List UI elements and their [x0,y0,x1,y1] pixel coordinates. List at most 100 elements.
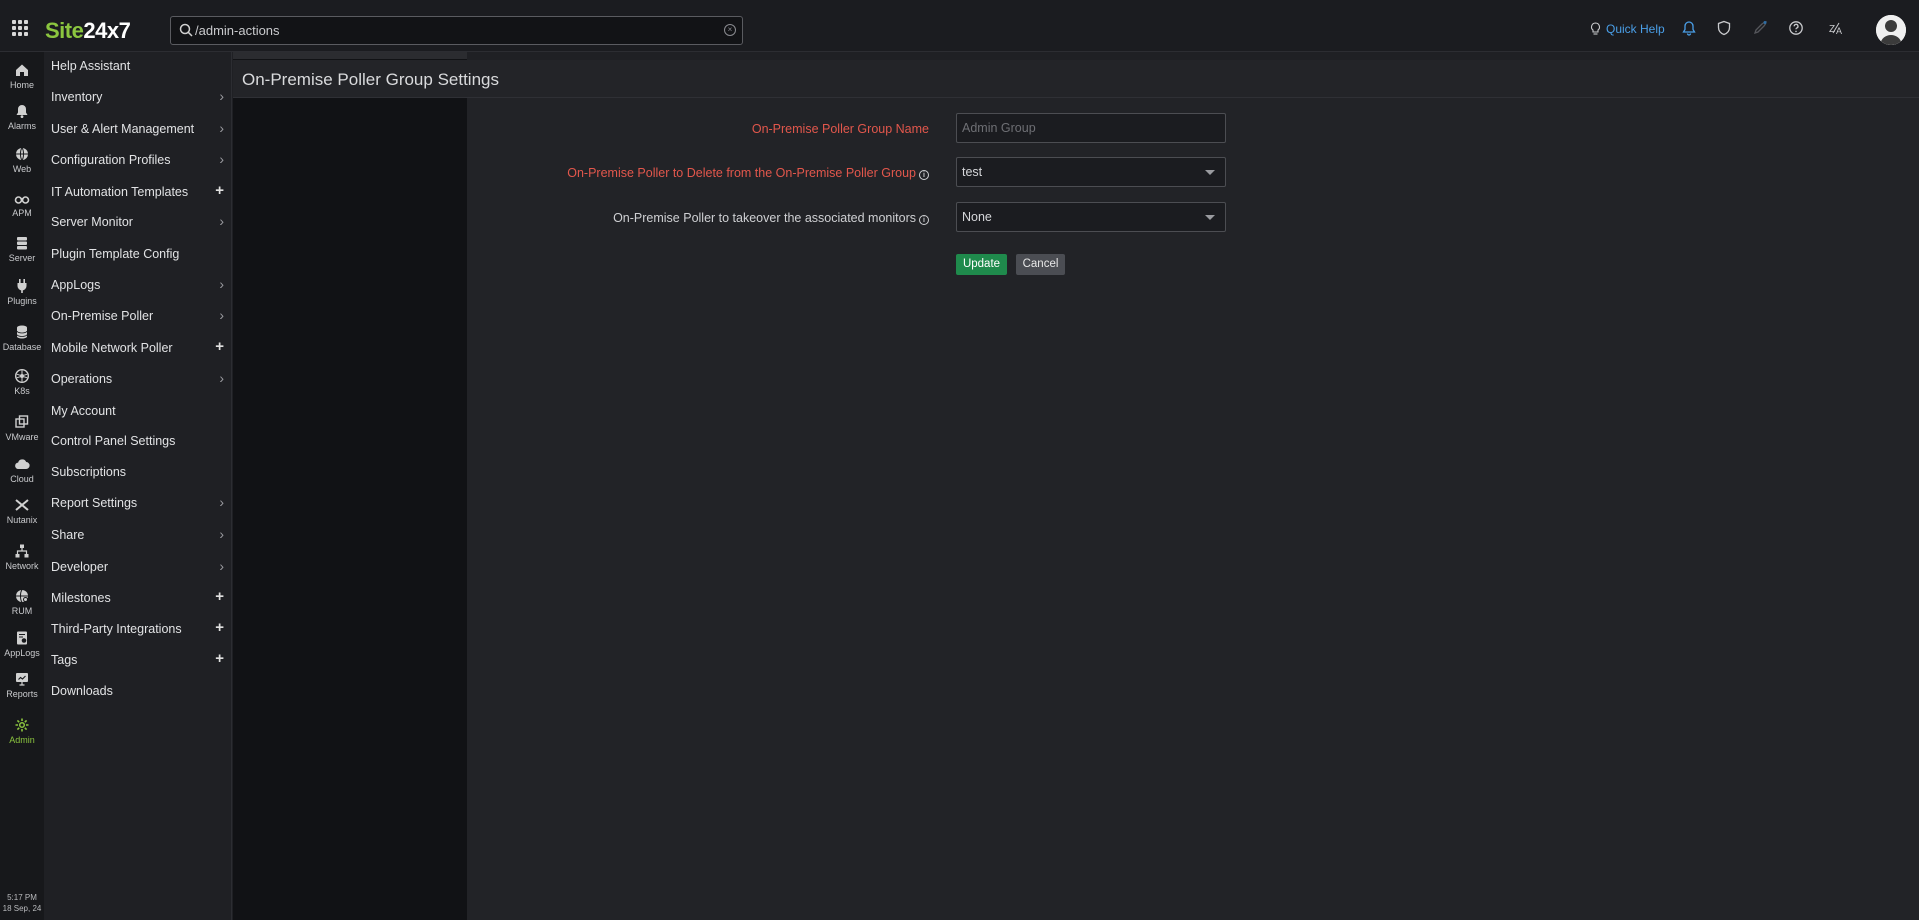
group-name-label: On-Premise Poller Group Name [751,122,929,136]
menu-item-share[interactable]: Share › [44,521,232,549]
plus-icon[interactable]: + [215,338,224,355]
menu-item-on-premise-poller[interactable]: On-Premise Poller › [44,302,232,330]
avatar[interactable] [1876,15,1906,45]
menu-item-label: Subscriptions [51,465,127,479]
chevron-right-icon: › [219,151,224,167]
translate-icon[interactable]: ZA [1829,20,1845,36]
menu-item-label: Control Panel Settings [51,434,176,448]
chevron-right-icon: › [219,88,224,104]
rail-item-admin[interactable]: Admin [0,717,44,745]
delete-poller-label: On-Premise Poller to Delete from the On-… [567,166,929,180]
menu-item-label: AppLogs [51,278,101,292]
rail-item-rum[interactable]: RUM [0,588,44,616]
menu-item-label: Help Assistant [51,59,131,73]
bell-icon[interactable] [1681,20,1697,36]
menu-item-applogs[interactable]: AppLogs › [44,271,232,299]
menu-item-operations[interactable]: Operations › [44,365,232,393]
rail-item-k8s[interactable]: K8s [0,368,44,396]
search-input[interactable]: /admin-actions [195,23,280,38]
menu-item-tags[interactable]: Tags + [44,646,232,674]
menu-item-label: Tags [51,653,78,667]
rail-item-server[interactable]: Server [0,235,44,263]
menu-item-label: Inventory [51,90,103,104]
menu-item-developer[interactable]: Developer › [44,553,232,581]
logo-24x7: 24x7 [83,18,131,43]
menu-item-label: User & Alert Management [51,122,195,136]
chevron-right-icon: › [219,494,224,510]
rail-item-reports[interactable]: Reports [0,671,44,699]
menu-item-help-assistant[interactable]: Help Assistant [44,52,232,80]
left-rail: Home Alarms Web APM Server Plugins Database K8s… [0,52,44,920]
menu-item-label: My Account [51,404,116,418]
rail-item-home[interactable]: Home [0,62,44,90]
sub-panel-scrollbar [233,52,467,59]
rocket-icon[interactable] [1752,20,1768,36]
menu-item-third-party-integrations[interactable]: Third-Party Integrations + [44,615,232,643]
help-icon[interactable] [1788,20,1804,36]
rail-item-label: Plugins [7,296,37,306]
plug-icon [17,279,27,293]
menu-item-downloads[interactable]: Downloads [44,677,232,705]
menu-item-my-account[interactable]: My Account [44,397,232,425]
shield-icon[interactable] [1716,20,1732,36]
site24x7-logo[interactable]: Site24x7 [45,18,131,44]
rail-item-label: Alarms [7,121,36,131]
rail-item-label: AppLogs [4,648,40,658]
quick-help-label: Quick Help [1606,22,1665,36]
menu-item-it-automation-templates[interactable]: IT Automation Templates + [44,178,232,206]
rail-item-alarms[interactable]: Alarms [0,103,44,131]
page-title: On-Premise Poller Group Settings [242,70,499,89]
rail-item-nutanix[interactable]: Nutanix [0,497,44,525]
clock-date: 18 Sep, 24 [2,904,42,913]
delete-poller-select[interactable]: test [956,157,1226,187]
menu-item-label: Third-Party Integrations [51,622,182,636]
menu-item-control-panel-settings[interactable]: Control Panel Settings [44,427,232,455]
search-box[interactable]: /admin-actions × [170,16,743,45]
info-icon[interactable]: i [919,170,929,180]
plus-icon[interactable]: + [215,588,224,605]
menu-item-configuration-profiles[interactable]: Configuration Profiles › [44,146,232,174]
clear-icon[interactable]: × [724,24,736,36]
menu-item-mobile-network-poller[interactable]: Mobile Network Poller + [44,334,232,362]
menu-item-label: IT Automation Templates [51,185,189,199]
rail-item-database[interactable]: Database [0,324,44,352]
reports-icon [16,673,28,686]
menu-item-plugin-template-config[interactable]: Plugin Template Config [44,240,232,268]
rail-item-label: RUM [11,606,33,616]
menu-item-inventory[interactable]: Inventory › [44,83,232,111]
rail-item-web[interactable]: Web [0,146,44,174]
plus-icon[interactable]: + [215,182,224,199]
info-icon[interactable]: i [919,215,929,225]
menu-item-label: Operations [51,372,113,386]
rail-item-network[interactable]: Network [0,543,44,571]
sub-panel [233,52,467,920]
menu-item-subscriptions[interactable]: Subscriptions [44,458,232,486]
cancel-button[interactable]: Cancel [1016,254,1065,275]
plus-icon[interactable]: + [215,619,224,636]
menu-item-server-monitor[interactable]: Server Monitor › [44,208,232,236]
chevron-right-icon: › [219,120,224,136]
rail-item-applogs[interactable]: AppLogs [0,630,44,658]
logo-site: Site [45,18,84,43]
update-button[interactable]: Update [956,254,1007,275]
menu-item-label: Share [51,528,85,542]
rail-item-vmware[interactable]: VMware [0,414,44,442]
plus-icon[interactable]: + [215,650,224,667]
rail-item-apm[interactable]: APM [0,190,44,218]
menu-item-milestones[interactable]: Milestones + [44,584,232,612]
menu-item-user-alert-management[interactable]: User & Alert Management › [44,115,232,143]
group-name-input[interactable] [956,113,1226,143]
server-icon [17,237,27,250]
lightbulb-icon [1590,22,1601,35]
chevron-right-icon: › [219,526,224,542]
menu-item-report-settings[interactable]: Report Settings › [44,489,232,517]
takeover-poller-select[interactable]: None [956,202,1226,232]
nutanix-icon [15,499,29,511]
quick-help-link[interactable]: Quick Help [1590,17,1665,41]
rail-item-label: K8s [14,386,30,396]
rail-item-cloud[interactable]: Cloud [0,456,44,484]
apps-grid-icon[interactable] [12,20,28,36]
admin-menu: Help Assistant Inventory › User & Alert Man… [44,52,232,920]
rail-item-plugins[interactable]: Plugins [0,278,44,306]
chevron-down-icon [1205,215,1215,220]
